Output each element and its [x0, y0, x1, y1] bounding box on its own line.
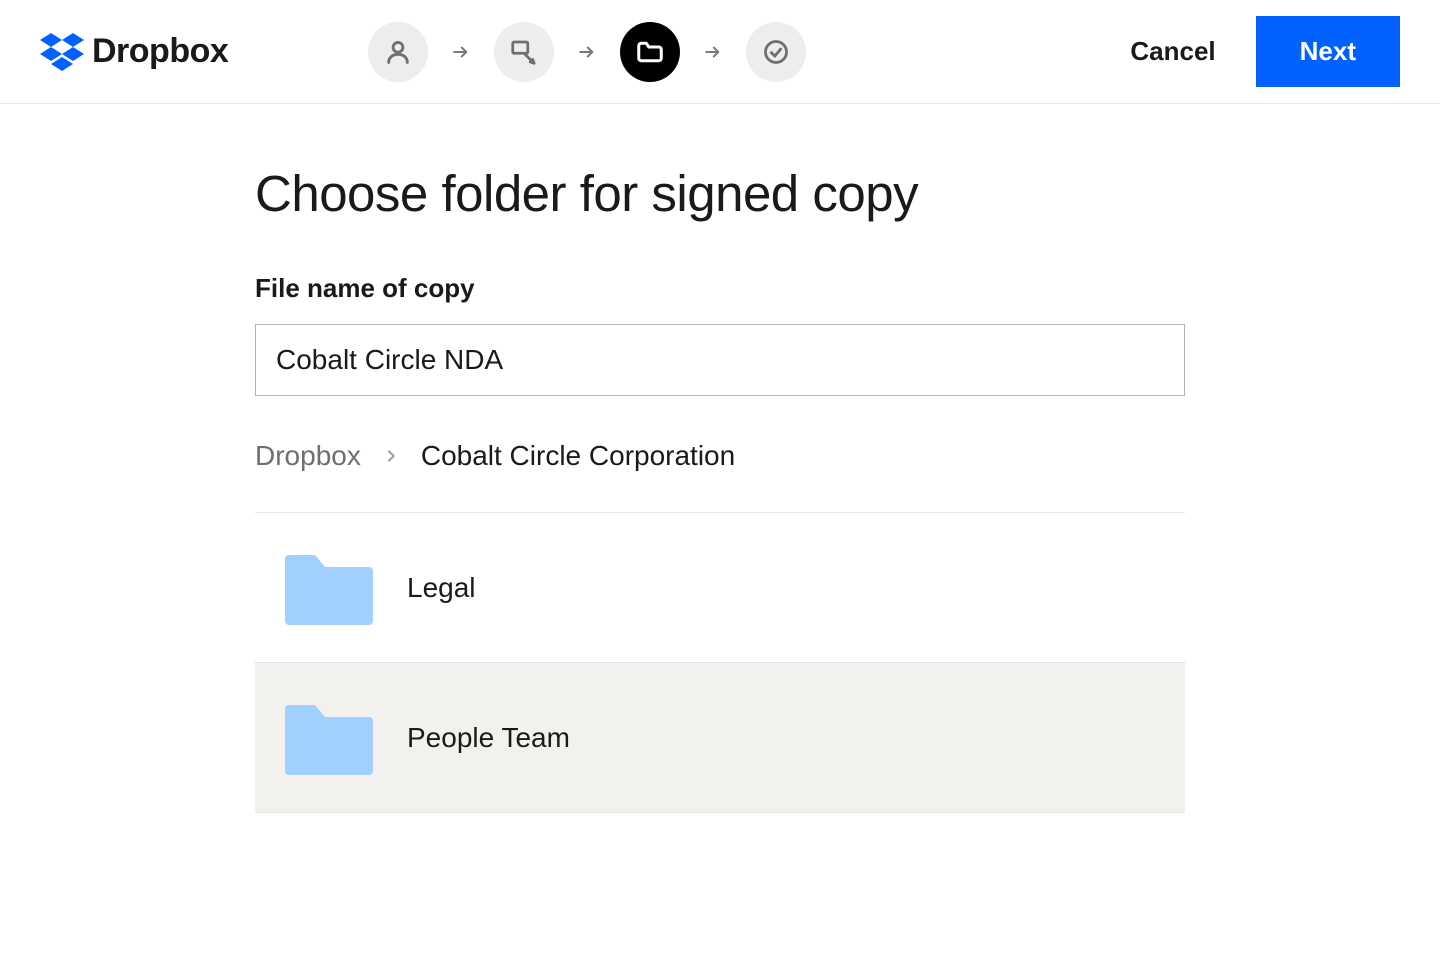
chevron-right-icon [452, 43, 470, 61]
filename-label: File name of copy [255, 273, 1185, 304]
folder-row[interactable]: People Team [255, 663, 1185, 813]
brand-name: Dropbox [92, 32, 228, 71]
step-fields[interactable] [494, 22, 554, 82]
chevron-right-icon [383, 448, 399, 464]
fields-icon [509, 37, 539, 67]
person-icon [384, 38, 412, 66]
chevron-right-icon [578, 43, 596, 61]
folder-icon [285, 701, 373, 775]
next-button[interactable]: Next [1256, 16, 1400, 87]
step-recipients[interactable] [368, 22, 428, 82]
folder-list: Legal People Team [255, 512, 1185, 813]
step-review[interactable] [746, 22, 806, 82]
page-title: Choose folder for signed copy [255, 164, 1185, 223]
filename-input[interactable] [255, 324, 1185, 396]
filename-field: File name of copy [255, 273, 1185, 396]
step-destination[interactable] [620, 22, 680, 82]
check-icon [762, 38, 790, 66]
folder-name: Legal [407, 572, 476, 604]
main-content: Choose folder for signed copy File name … [0, 104, 1440, 813]
dropbox-logo[interactable]: Dropbox [40, 32, 228, 71]
breadcrumb-root[interactable]: Dropbox [255, 440, 361, 472]
folder-name: People Team [407, 722, 570, 754]
folder-icon [285, 551, 373, 625]
breadcrumb: Dropbox Cobalt Circle Corporation [255, 440, 1185, 472]
progress-stepper [368, 22, 806, 82]
folder-row[interactable]: Legal [255, 513, 1185, 663]
folder-icon [635, 37, 665, 67]
breadcrumb-current: Cobalt Circle Corporation [421, 440, 735, 472]
chevron-right-icon [704, 43, 722, 61]
cancel-button[interactable]: Cancel [1130, 36, 1215, 67]
header-actions: Cancel Next [1130, 16, 1400, 87]
dropbox-icon [40, 33, 84, 71]
app-header: Dropbox [0, 0, 1440, 104]
